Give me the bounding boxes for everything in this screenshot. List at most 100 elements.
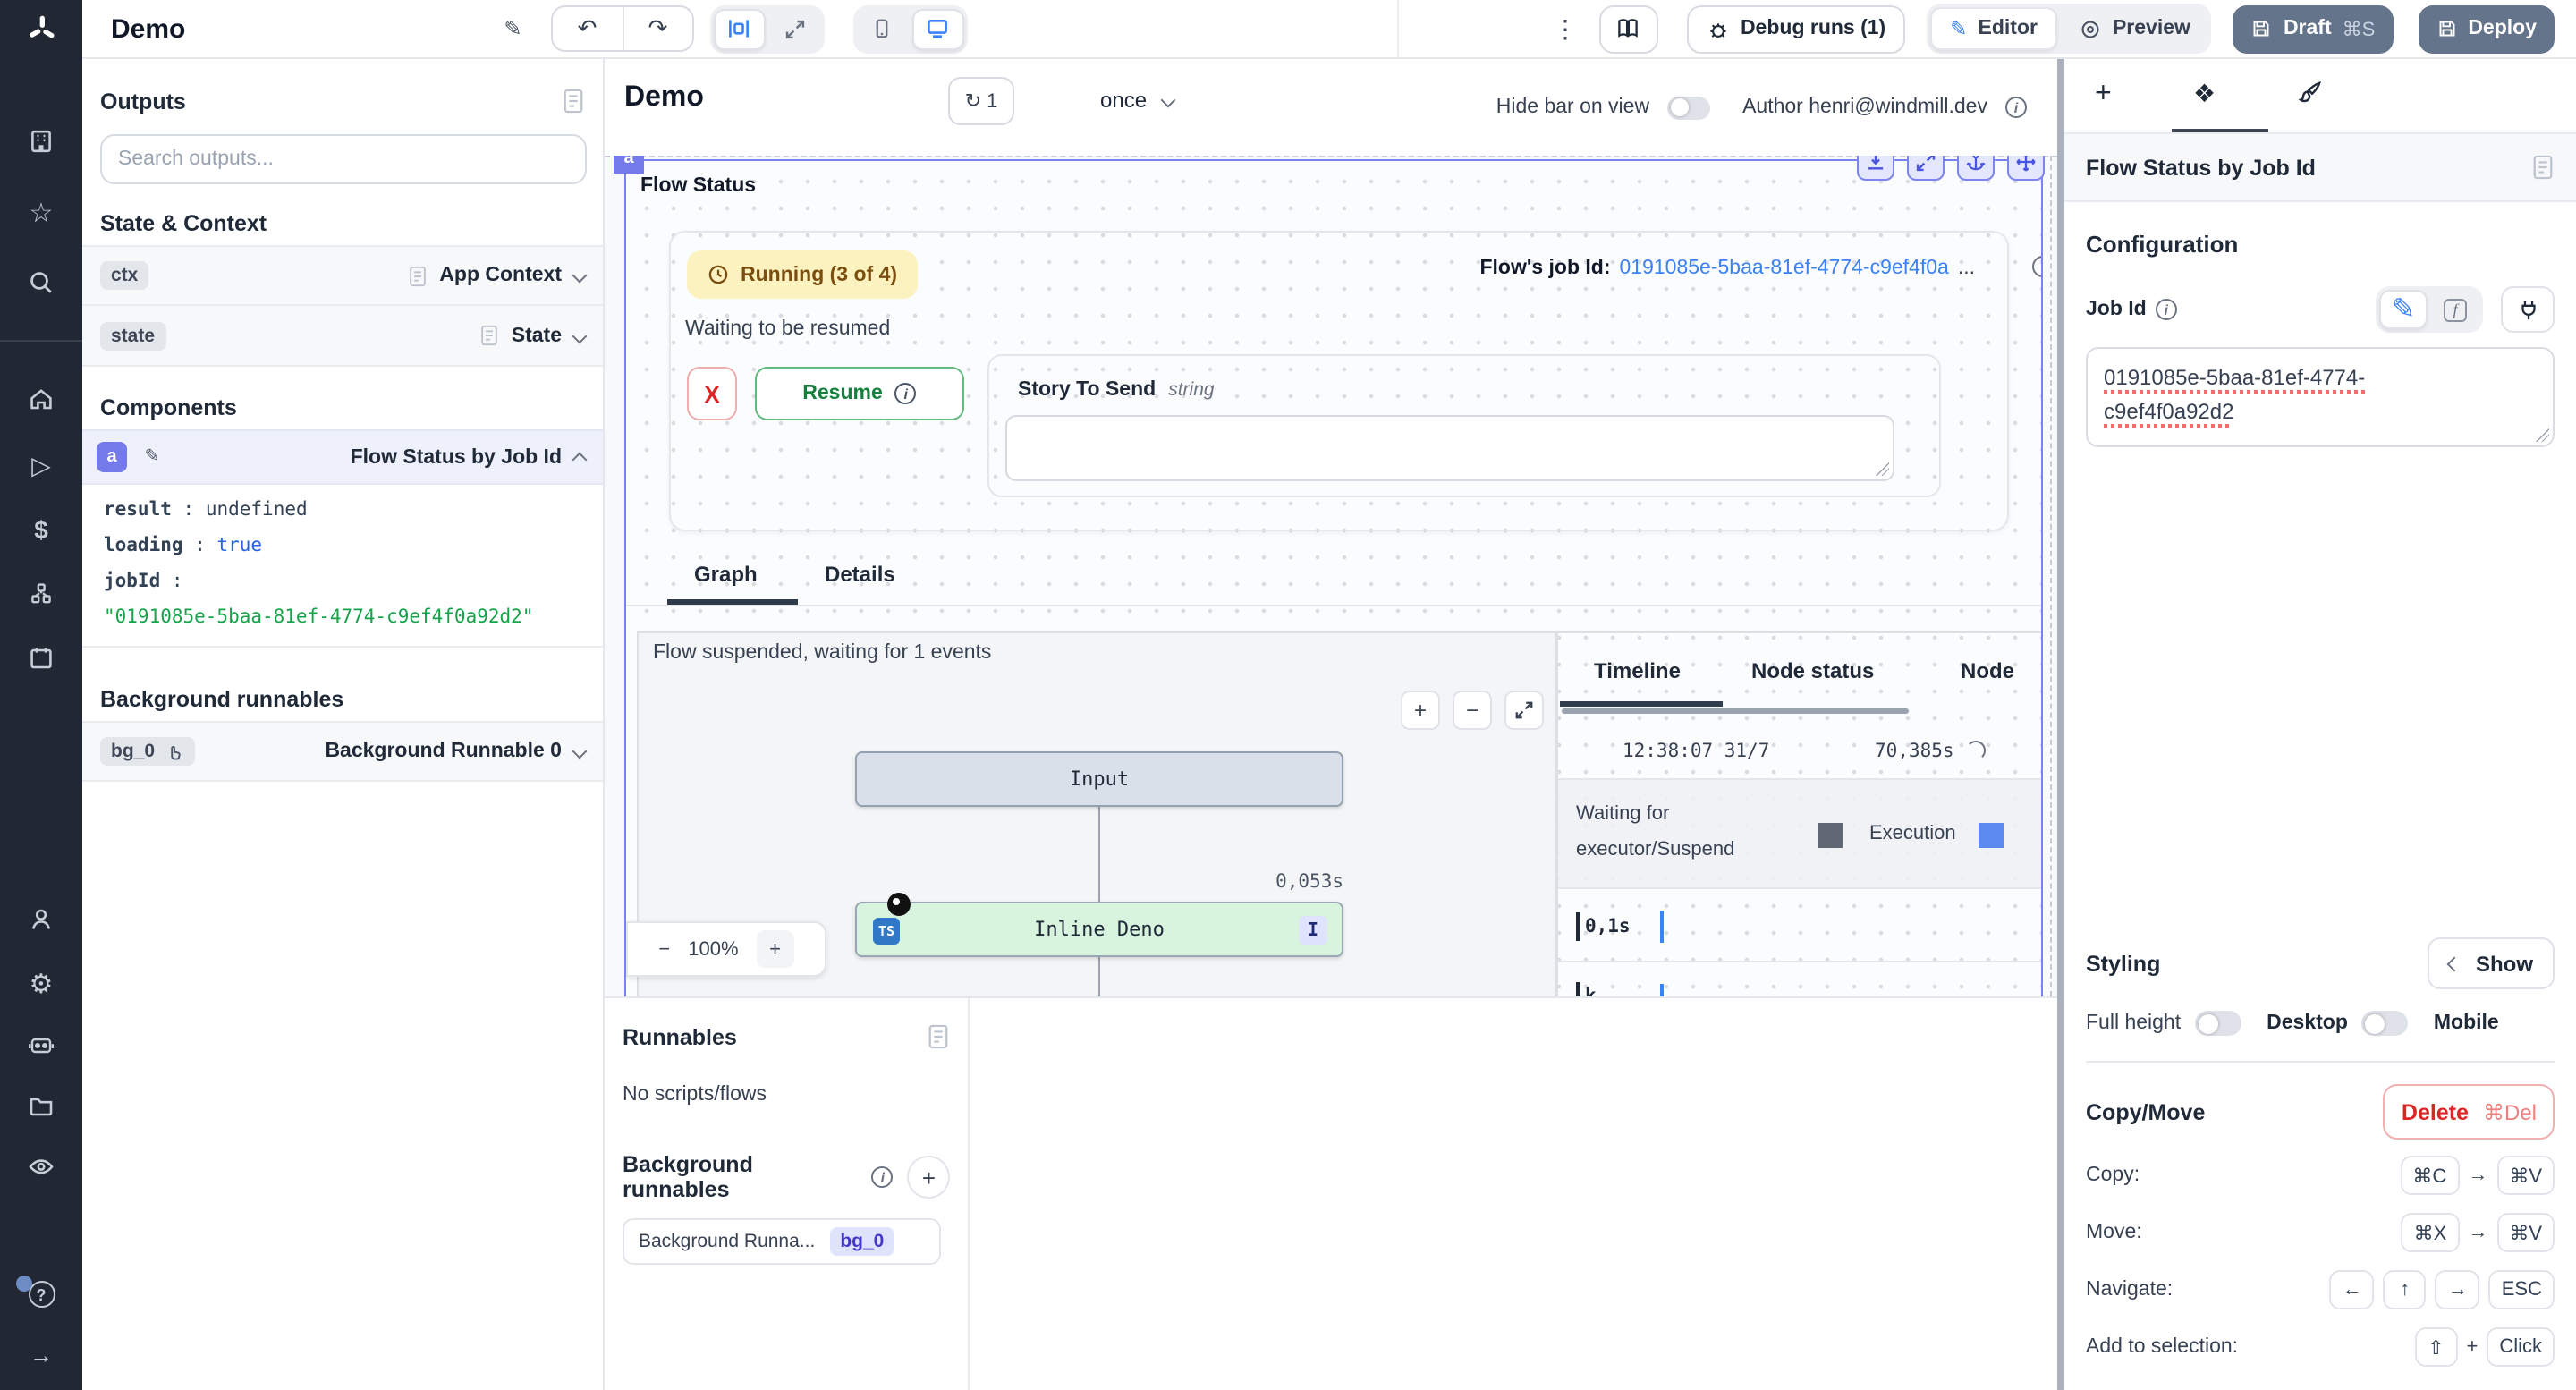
rename-pencil-icon[interactable]: ✎ xyxy=(136,441,168,473)
editor-tab[interactable]: ✎ Editor xyxy=(1930,7,2057,50)
search-icon[interactable] xyxy=(0,268,82,297)
schedules-calendar-icon[interactable] xyxy=(0,644,82,673)
ctx-row[interactable]: ctx App Context xyxy=(82,245,603,306)
anchor-button[interactable] xyxy=(1957,156,1995,181)
workspace-icon[interactable] xyxy=(0,127,82,156)
help-icon[interactable]: ? xyxy=(0,1281,82,1308)
flow-status-component[interactable]: a Flow Status xyxy=(624,159,2043,996)
desktop-toggle[interactable] xyxy=(2362,1011,2409,1036)
flow-status-card: Running (3 of 4) Flow's job Id: 0191085e… xyxy=(669,231,2009,531)
deploy-button[interactable]: Deploy xyxy=(2418,4,2555,53)
tab-node-status[interactable]: Node status xyxy=(1751,658,1874,683)
doc-panel-icon[interactable] xyxy=(2531,154,2555,181)
jobid-input[interactable]: 0191085e-5baa-81ef-4774- c9ef4f0a92d2 xyxy=(2086,347,2555,447)
panel-resize-divider[interactable] xyxy=(2057,59,2064,1390)
components-title: Components xyxy=(100,395,585,420)
zoom-in-button[interactable]: + xyxy=(757,930,794,968)
story-textarea[interactable] xyxy=(1005,415,1894,481)
audit-eye-icon[interactable] xyxy=(0,1152,82,1181)
canvas-grid[interactable]: a Flow Status xyxy=(605,156,2057,996)
fullwidth-layout-button[interactable] xyxy=(769,8,821,49)
node-duration: 0,053s xyxy=(1175,871,1343,893)
connect-input-button[interactable] xyxy=(2501,286,2555,333)
bottom-background-title: Background runnables xyxy=(623,1152,861,1202)
chevron-down-icon[interactable] xyxy=(572,268,588,284)
graph-zoom-in-button[interactable]: + xyxy=(1401,691,1440,730)
eval-input-mode-button[interactable]: f xyxy=(2431,290,2479,329)
favorites-star-icon[interactable]: ☆ xyxy=(0,197,82,229)
resize-handle[interactable] xyxy=(2535,428,2549,442)
move-component-button[interactable] xyxy=(2007,156,2045,181)
home-icon[interactable] xyxy=(0,385,82,413)
graph-zoom-out-button[interactable]: − xyxy=(1453,691,1492,730)
static-input-mode-button[interactable]: ✎ xyxy=(2379,290,2428,329)
redo-button[interactable]: ↷ xyxy=(623,7,692,50)
variables-dollar-icon[interactable]: $ xyxy=(0,515,82,544)
kbd-cmd-x: ⌘X xyxy=(2402,1213,2460,1252)
background-runnable-item[interactable]: Background Runna... bg_0 xyxy=(623,1218,941,1265)
refresh-count-button[interactable]: ↻ 1 xyxy=(948,77,1014,125)
toolbar-divider xyxy=(1397,0,1399,57)
user-icon[interactable] xyxy=(0,905,82,934)
add-background-runnable-button[interactable]: + xyxy=(908,1156,950,1199)
paintbrush-icon xyxy=(2297,79,2324,106)
full-height-toggle[interactable] xyxy=(2195,1011,2241,1036)
delete-component-button[interactable]: Delete⌘Del xyxy=(2384,1084,2555,1140)
preview-tab[interactable]: Preview xyxy=(2061,7,2208,50)
tab-timeline[interactable]: Timeline xyxy=(1594,658,1681,683)
component-settings-tab[interactable]: ❖ xyxy=(2193,79,2216,109)
search-outputs-input[interactable] xyxy=(100,134,587,184)
doc-panel-icon[interactable] xyxy=(927,1023,950,1050)
workers-robot-icon[interactable] xyxy=(0,1030,82,1059)
chevron-down-icon[interactable] xyxy=(572,744,588,759)
more-options-kebab-icon[interactable]: ⋮ xyxy=(1553,13,1578,44)
resize-handle[interactable] xyxy=(1875,462,1889,476)
folders-icon[interactable] xyxy=(0,1091,82,1120)
hide-bar-toggle[interactable] xyxy=(1667,96,1710,119)
background-runnable-row[interactable]: bg_0 Background Runnable 0 xyxy=(82,721,603,782)
tab-node-definition[interactable]: Node xyxy=(1961,658,2014,683)
doc-icon[interactable] xyxy=(479,324,499,347)
docs-book-button[interactable] xyxy=(1599,4,1658,53)
typescript-badge: TS xyxy=(873,918,900,945)
graph-node-inline-deno[interactable]: TS Inline Deno I xyxy=(855,902,1343,957)
expand-rail-arrow-icon[interactable]: → xyxy=(0,1342,82,1369)
resources-cubes-icon[interactable] xyxy=(0,580,82,608)
flow-job-id-link[interactable]: 0191085e-5baa-81ef-4774-c9ef4f0a xyxy=(1620,258,1949,279)
settings-gear-icon[interactable]: ⚙ xyxy=(0,968,82,1000)
mobile-view-button[interactable] xyxy=(857,8,909,49)
desktop-view-button[interactable] xyxy=(912,8,964,49)
draft-button[interactable]: Draft⌘S xyxy=(2233,4,2393,53)
insert-component-tab[interactable]: + xyxy=(2095,79,2112,111)
component-list-row[interactable]: a ✎ Flow Status by Job Id xyxy=(82,429,603,485)
edit-title-pencil-icon[interactable]: ✎ xyxy=(504,16,521,41)
card-info-icon[interactable]: i xyxy=(2032,247,2041,279)
doc-panel-icon[interactable] xyxy=(562,88,585,114)
doc-icon[interactable] xyxy=(407,264,427,287)
cancel-flow-button[interactable]: X xyxy=(687,367,737,420)
debug-runs-button[interactable]: Debug runs (1) xyxy=(1687,4,1905,53)
styling-tab[interactable] xyxy=(2297,79,2324,106)
windmill-logo[interactable] xyxy=(0,0,82,59)
state-row[interactable]: state State xyxy=(82,306,603,367)
show-styling-button[interactable]: Show xyxy=(2428,937,2555,989)
background-info-icon[interactable]: i xyxy=(872,1166,894,1188)
centered-layout-button[interactable] xyxy=(714,8,766,49)
graph-node-input[interactable]: Input xyxy=(855,751,1343,807)
jobid-info-icon[interactable]: i xyxy=(2156,299,2177,320)
chevron-up-icon[interactable] xyxy=(572,453,588,468)
graph-fit-button[interactable] xyxy=(1504,691,1544,730)
zoom-out-button[interactable]: − xyxy=(658,938,670,960)
component-tag[interactable]: a xyxy=(614,156,644,174)
tab-details[interactable]: Details xyxy=(825,562,895,587)
undo-button[interactable]: ↶ xyxy=(553,7,623,50)
schedule-dropdown[interactable]: once xyxy=(1100,88,1174,113)
chevron-down-icon[interactable] xyxy=(572,328,588,343)
bottom-panel: Runnables No scripts/flows Background ru… xyxy=(605,996,2057,1390)
expand-component-button[interactable] xyxy=(1907,156,1945,181)
fill-height-button[interactable] xyxy=(1857,156,1894,181)
resume-button[interactable]: Resume i xyxy=(755,367,964,420)
author-info-icon[interactable]: i xyxy=(2005,97,2027,118)
runs-play-icon[interactable]: ▷ xyxy=(0,451,82,481)
tab-graph[interactable]: Graph xyxy=(694,562,758,587)
